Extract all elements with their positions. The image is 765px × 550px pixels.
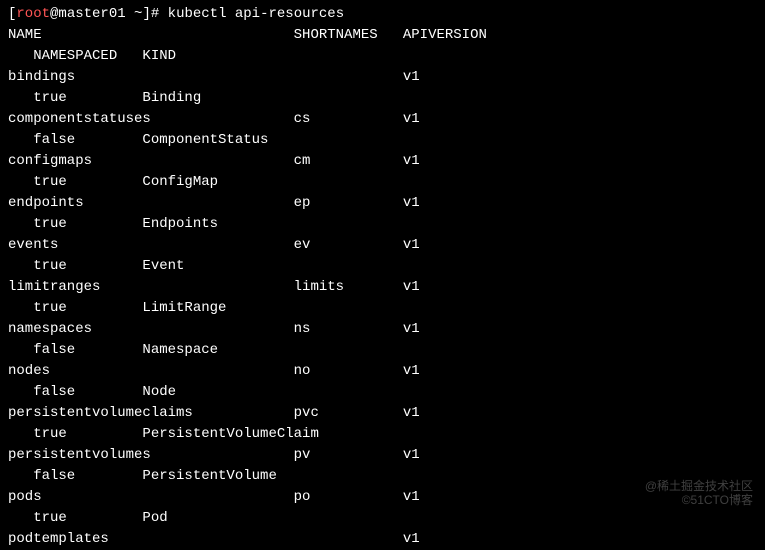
table-row: limitranges limits v1 — [8, 277, 757, 298]
prompt-hash: # — [151, 6, 168, 22]
table-row: events ev v1 — [8, 235, 757, 256]
shell-prompt[interactable]: [root@master01 ~]# kubectl api-resources — [8, 4, 757, 25]
table-row: true Pod — [8, 508, 757, 529]
table-row: endpoints ep v1 — [8, 193, 757, 214]
table-row: false Node — [8, 382, 757, 403]
header-line-2: NAMESPACED KIND — [8, 46, 757, 67]
bracket-close: ] — [142, 6, 150, 22]
table-row: true ConfigMap — [8, 172, 757, 193]
table-row: true Binding — [8, 88, 757, 109]
table-row: componentstatuses cs v1 — [8, 109, 757, 130]
table-row: false ComponentStatus — [8, 130, 757, 151]
prompt-user: root — [16, 6, 50, 22]
table-row: persistentvolumeclaims pvc v1 — [8, 403, 757, 424]
table-row: podtemplates v1 — [8, 529, 757, 550]
table-row: true Endpoints — [8, 214, 757, 235]
command-text: kubectl api-resources — [168, 6, 344, 22]
watermark-text: ©51CTO博客 — [682, 491, 753, 509]
table-row: nodes no v1 — [8, 361, 757, 382]
prompt-host: master01 — [58, 6, 125, 22]
table-row: bindings v1 — [8, 67, 757, 88]
table-row: true Event — [8, 256, 757, 277]
table-row: false Namespace — [8, 340, 757, 361]
prompt-space — [126, 6, 134, 22]
header-line-1: NAME SHORTNAMES APIVERSION — [8, 25, 757, 46]
table-row: true LimitRange — [8, 298, 757, 319]
table-row: namespaces ns v1 — [8, 319, 757, 340]
table-row: persistentvolumes pv v1 — [8, 445, 757, 466]
table-row: true PersistentVolumeClaim — [8, 424, 757, 445]
table-row: configmaps cm v1 — [8, 151, 757, 172]
